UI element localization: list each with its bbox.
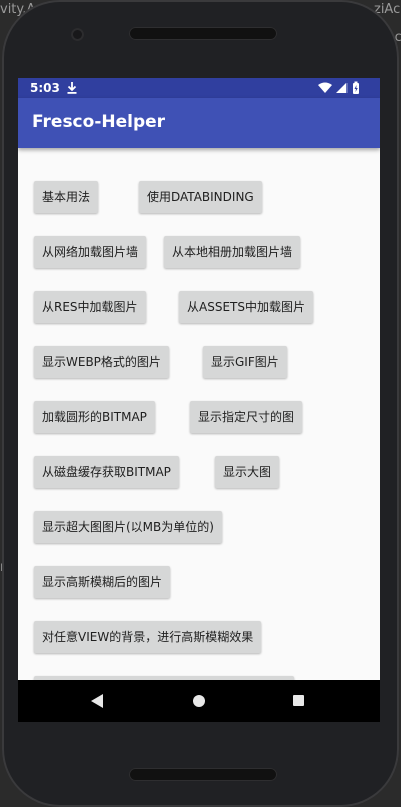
basic-usage-button[interactable]: 基本用法 xyxy=(34,181,99,213)
download-icon xyxy=(67,82,77,94)
show-huge-image-button[interactable]: 显示超大图图片(以MB为单位的) xyxy=(34,511,222,543)
load-network-image-wall-button[interactable]: 从网络加载图片墙 xyxy=(34,236,147,268)
front-camera xyxy=(71,28,84,41)
load-from-res-button[interactable]: 从RES中加载图片 xyxy=(34,291,146,323)
bottom-speaker-grille xyxy=(129,768,277,781)
device-screen: 5:03 Fresco-Helper 基本用法 使用DATABINDING 从网… xyxy=(18,78,380,722)
load-from-assets-button[interactable]: 从ASSETS中加载图片 xyxy=(179,291,313,323)
cell-signal-icon xyxy=(336,83,348,93)
status-icons xyxy=(316,81,370,95)
wifi-icon xyxy=(318,82,332,93)
show-webp-image-button[interactable]: 显示WEBP格式的图片 xyxy=(34,346,169,378)
recents-square-icon[interactable] xyxy=(293,695,304,706)
status-time: 5:03 xyxy=(30,81,60,95)
home-circle-icon[interactable] xyxy=(193,695,205,707)
load-local-album-image-wall-button[interactable]: 从本地相册加载图片墙 xyxy=(164,236,301,268)
status-bar: 5:03 xyxy=(18,78,380,98)
use-databinding-button[interactable]: 使用DATABINDING xyxy=(139,181,262,213)
show-gaussian-blur-image-button[interactable]: 显示高斯模糊后的图片 xyxy=(34,566,171,598)
back-triangle-icon[interactable] xyxy=(91,694,103,708)
load-circle-bitmap-button[interactable]: 加载圆形的BITMAP xyxy=(34,401,155,433)
show-specified-size-image-button[interactable]: 显示指定尺寸的图 xyxy=(190,401,303,433)
get-bitmap-from-disk-cache-button[interactable]: 从磁盘缓存获取BITMAP xyxy=(34,456,179,488)
battery-icon xyxy=(353,81,359,94)
app-title: Fresco-Helper xyxy=(32,112,166,132)
button-list[interactable]: 基本用法 使用DATABINDING 从网络加载图片墙 从本地相册加载图片墙 从… xyxy=(18,148,380,708)
show-large-image-button[interactable]: 显示大图 xyxy=(215,456,280,488)
app-bar: Fresco-Helper xyxy=(18,98,380,148)
show-gif-image-button[interactable]: 显示GIF图片 xyxy=(203,346,287,378)
top-speaker-grille xyxy=(129,27,277,40)
blur-any-view-background-button[interactable]: 对任意VIEW的背景，进行高斯模糊效果 xyxy=(34,621,262,653)
navigation-bar xyxy=(18,680,380,722)
